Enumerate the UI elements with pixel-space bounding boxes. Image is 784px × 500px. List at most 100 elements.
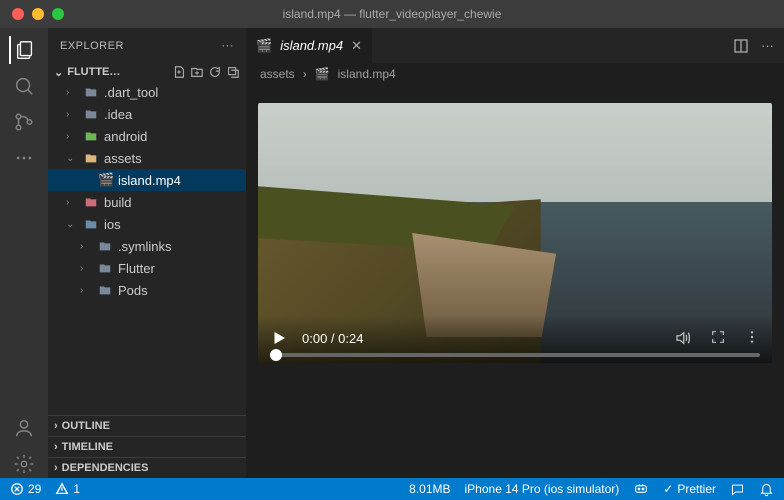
video-progress[interactable] [270, 353, 760, 357]
status-errors[interactable]: 29 [10, 482, 41, 496]
fullscreen-icon[interactable] [710, 329, 726, 347]
chevron-icon: › [66, 109, 80, 120]
settings-icon[interactable] [10, 450, 38, 478]
volume-icon[interactable] [674, 329, 692, 347]
node-label: build [104, 195, 131, 210]
breadcrumb[interactable]: assets › 🎬 island.mp4 [246, 63, 784, 85]
source-control-icon[interactable] [10, 108, 38, 136]
file-icon: 🎬 [98, 172, 114, 188]
chevron-icon: › [80, 241, 94, 252]
file-item[interactable]: 🎬 island.mp4 [48, 169, 246, 191]
folder-icon [98, 283, 114, 297]
explorer-overflow-icon[interactable]: ··· [222, 40, 235, 52]
search-icon[interactable] [10, 72, 38, 100]
new-folder-icon[interactable] [190, 65, 204, 79]
window-title: island.mp4 — flutter_videoplayer_chewie [283, 7, 502, 21]
minimize-window[interactable] [32, 8, 44, 20]
status-memory[interactable]: 8.01MB [409, 482, 450, 496]
activity-bar [0, 28, 48, 478]
node-label: android [104, 129, 147, 144]
fullscreen-window[interactable] [52, 8, 64, 20]
feedback-icon[interactable] [730, 482, 745, 497]
video-controls: 0:00 / 0:24 [258, 315, 772, 363]
node-label: island.mp4 [118, 173, 181, 188]
file-tree: › .dart_tool › .idea › android ⌄ assets 🎬 island.… [48, 81, 246, 415]
chevron-icon: › [66, 131, 80, 142]
bell-icon[interactable] [759, 482, 774, 497]
tab-label: island.mp4 [280, 38, 343, 53]
node-label: .idea [104, 107, 132, 122]
tab-overflow-icon[interactable]: ··· [761, 38, 774, 54]
node-label: .symlinks [118, 239, 171, 254]
copilot-icon[interactable] [633, 481, 649, 497]
titlebar: island.mp4 — flutter_videoplayer_chewie [0, 0, 784, 28]
folder-icon [84, 107, 100, 121]
close-window[interactable] [12, 8, 24, 20]
file-icon: 🎬 [315, 67, 330, 81]
chevron-down-icon: ⌄ [54, 66, 63, 79]
chevron-right-icon: › [303, 67, 307, 81]
folder-icon [84, 195, 100, 209]
chevron-icon: › [66, 87, 80, 98]
explorer-sidebar: EXPLORER ··· ⌄ FLUTTE… › .dart_tool › .idea… [48, 28, 246, 478]
chevron-right-icon: › [54, 441, 58, 453]
new-file-icon[interactable] [172, 65, 186, 79]
chevron-right-icon: › [54, 420, 58, 432]
status-bar: 29 1 8.01MB iPhone 14 Pro (ios simulator… [0, 478, 784, 500]
node-label: assets [104, 151, 142, 166]
split-editor-icon[interactable] [733, 38, 749, 54]
collapse-all-icon[interactable] [226, 65, 240, 79]
breadcrumb-seg-0[interactable]: assets [260, 67, 295, 81]
tab-island[interactable]: 🎬 island.mp4 ✕ [246, 28, 373, 63]
chevron-icon: ⌄ [66, 153, 80, 164]
file-icon: 🎬 [256, 38, 272, 54]
status-prettier[interactable]: ✓ Prettier [663, 482, 716, 496]
folder-icon [84, 217, 100, 231]
node-label: .dart_tool [104, 85, 158, 100]
chevron-icon: › [80, 285, 94, 296]
section-dependencies[interactable]: › DEPENDENCIES [48, 457, 246, 478]
video-menu-icon[interactable] [744, 329, 760, 347]
chevron-icon: › [66, 197, 80, 208]
refresh-icon[interactable] [208, 65, 222, 79]
folder-icon [98, 239, 114, 253]
chevron-right-icon: › [54, 462, 58, 474]
folder-icon [84, 151, 100, 165]
editor-main: 🎬 island.mp4 ✕ ··· assets › 🎬 island.mp4 [246, 28, 784, 478]
folder-icon [98, 261, 114, 275]
project-label: FLUTTE… [67, 66, 120, 78]
project-header[interactable]: ⌄ FLUTTE… [48, 63, 246, 81]
folder-icon [84, 129, 100, 143]
breadcrumb-seg-1[interactable]: island.mp4 [338, 67, 396, 81]
folder-item[interactable]: › android [48, 125, 246, 147]
folder-item[interactable]: › .dart_tool [48, 81, 246, 103]
tab-bar: 🎬 island.mp4 ✕ ··· [246, 28, 784, 63]
node-label: ios [104, 217, 121, 232]
video-preview[interactable]: 0:00 / 0:24 [258, 103, 772, 363]
folder-item[interactable]: › .idea [48, 103, 246, 125]
account-icon[interactable] [10, 414, 38, 442]
status-warnings[interactable]: 1 [55, 482, 80, 496]
section-label: TIMELINE [62, 441, 113, 453]
explorer-icon[interactable] [9, 36, 37, 64]
folder-item[interactable]: ⌄ assets [48, 147, 246, 169]
play-icon[interactable] [270, 329, 288, 347]
section-label: OUTLINE [62, 420, 110, 432]
folder-item[interactable]: ›Pods [48, 279, 246, 301]
close-tab-icon[interactable]: ✕ [351, 38, 362, 54]
node-label: Flutter [118, 261, 155, 276]
section-outline[interactable]: › OUTLINE [48, 415, 246, 436]
folder-item[interactable]: › Flutter [48, 257, 246, 279]
chevron-icon: ⌄ [66, 219, 80, 230]
traffic-lights [12, 8, 64, 20]
section-label: DEPENDENCIES [62, 462, 149, 474]
chevron-icon: › [80, 263, 94, 274]
folder-item[interactable]: ⌄ ios [48, 213, 246, 235]
video-time: 0:00 / 0:24 [302, 331, 363, 346]
status-device[interactable]: iPhone 14 Pro (ios simulator) [465, 482, 620, 496]
explorer-title: EXPLORER [60, 40, 124, 52]
folder-item[interactable]: › .symlinks [48, 235, 246, 257]
more-icon[interactable] [10, 144, 38, 172]
folder-item[interactable]: › build [48, 191, 246, 213]
section-timeline[interactable]: › TIMELINE [48, 436, 246, 457]
